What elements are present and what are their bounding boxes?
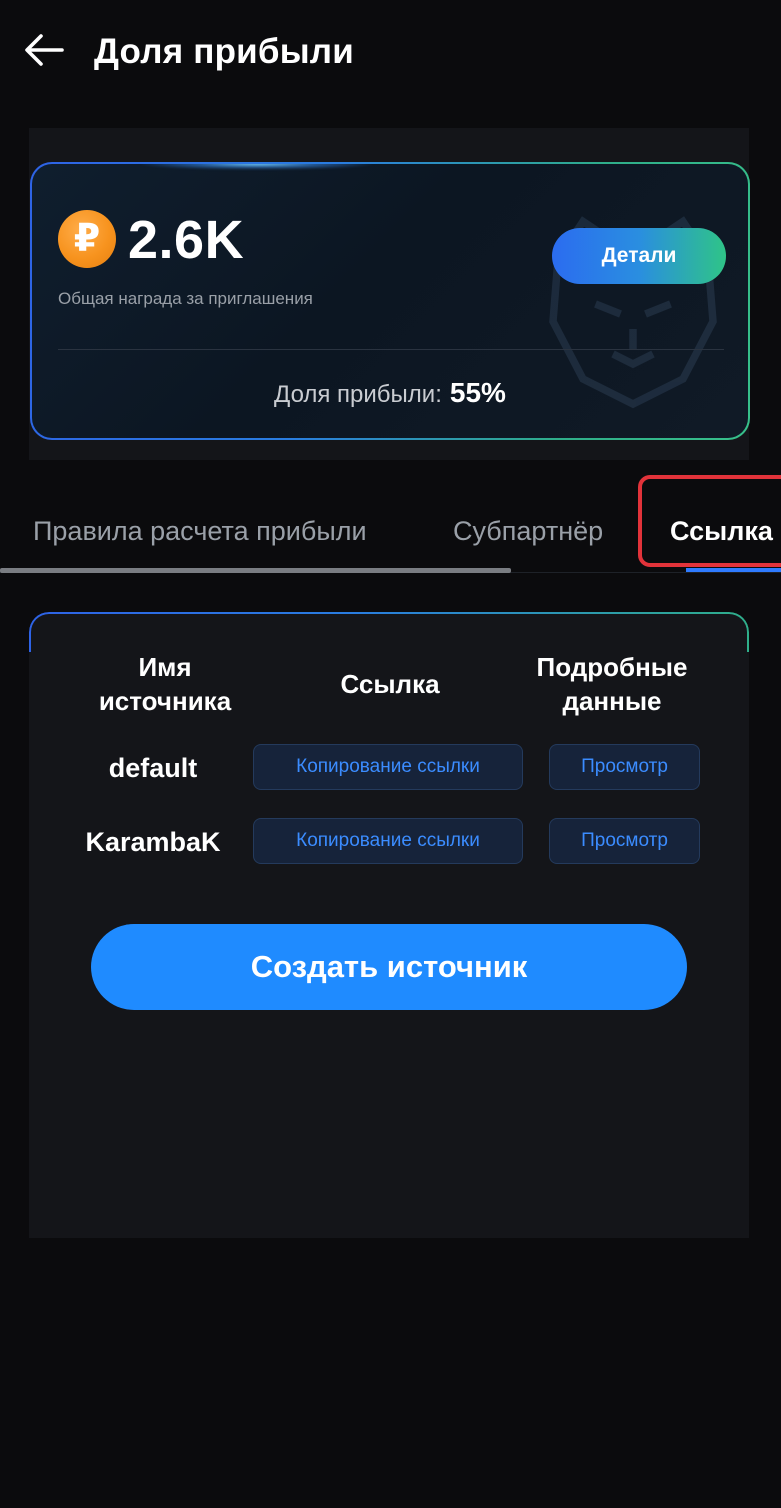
back-button[interactable] [20, 26, 68, 74]
total-reward-label: Общая награда за приглашения [58, 289, 313, 308]
total-reward-amount: 2.6K [128, 210, 245, 270]
tab-profit-rules[interactable]: Правила расчета прибыли [33, 514, 367, 548]
source-name: KarambaK [85, 827, 221, 857]
header-link: Ссылка [340, 669, 440, 699]
source-name: default [108, 753, 198, 783]
arrow-left-icon [25, 34, 64, 66]
screen: Доля прибыли ₽ 2.6K Общая награда за при… [0, 0, 781, 1508]
details-button[interactable]: Детали [552, 228, 726, 284]
view-button[interactable]: Просмотр [549, 818, 700, 864]
card-divider [58, 349, 724, 350]
copy-link-button[interactable]: Копирование ссылки [253, 818, 523, 864]
create-source-button[interactable]: Создать источник [91, 924, 687, 1010]
header: Доля прибыли [0, 0, 781, 104]
ruble-symbol: ₽ [73, 218, 101, 260]
tab-link[interactable]: Ссылка [670, 514, 773, 548]
header-details: Подробные данные [536, 652, 688, 716]
copy-link-button[interactable]: Копирование ссылки [253, 744, 523, 790]
tab-active-indicator [686, 568, 781, 572]
header-source-name: Имя источника [98, 652, 232, 716]
profit-share-label: Доля прибыли: [274, 381, 442, 408]
ruble-coin-icon: ₽ [58, 210, 116, 268]
page-title: Доля прибыли [94, 32, 354, 71]
profit-share-value: 55% [449, 377, 506, 408]
tab-bar: Правила расчета прибыли Субпартнёр Ссылк… [0, 496, 781, 576]
card-glow [137, 164, 377, 170]
tab-scrollbar[interactable] [0, 568, 511, 573]
tab-subpartner[interactable]: Субпартнёр [453, 514, 603, 548]
summary-card: ₽ 2.6K Общая награда за приглашения Дета… [30, 162, 750, 440]
view-button[interactable]: Просмотр [549, 744, 700, 790]
profit-share-row: Доля прибыли: 55% [32, 376, 748, 415]
